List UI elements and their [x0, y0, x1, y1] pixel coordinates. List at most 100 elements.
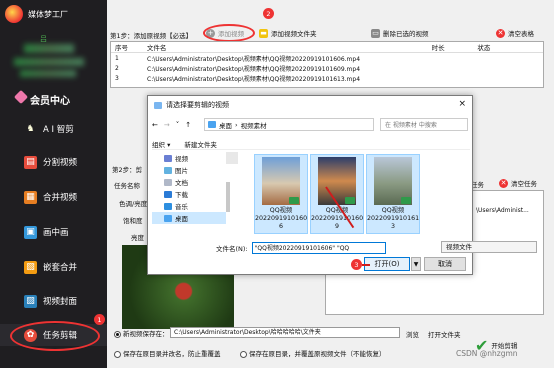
open-button[interactable]: 打开(O): [364, 257, 410, 271]
sidebar-item-nest[interactable]: ▧ 嵌套合并: [0, 256, 107, 278]
step2-label: 第2步：剪: [112, 166, 143, 174]
chevron-down-icon[interactable]: ˅: [176, 121, 180, 129]
step1-label: 第1步：添加原视频【必选】: [110, 32, 193, 40]
tree-label: 视频: [175, 155, 188, 163]
sidebar-item-pip[interactable]: ▣ 画中画: [0, 221, 107, 243]
radio-icon: [240, 350, 247, 358]
sidebar-item-label: 分割视频: [43, 158, 78, 168]
filename-input[interactable]: "QQ视频20220919101606" "QQ: [251, 241, 386, 254]
video-badge-icon: [345, 197, 355, 204]
filetype-select[interactable]: 视频文件: [441, 241, 537, 253]
cancel-button[interactable]: 取消: [424, 257, 466, 271]
tree-item-desktop[interactable]: 桌面: [152, 212, 226, 224]
add-folder-button[interactable]: ▬ 添加视频文件夹: [259, 28, 317, 38]
file-name: QQ视频2022091910161 3: [367, 207, 420, 230]
folder-icon: ▬: [259, 28, 268, 38]
nest-icon: ▧: [24, 260, 37, 274]
sidebar-item-ai[interactable]: ♞ A I 智剪: [0, 118, 107, 140]
save-new-option[interactable]: 新视频保存在：: [114, 328, 169, 338]
cover-icon: ▨: [24, 294, 37, 308]
table-row[interactable]: 2 C:\Users\Administrator\Desktop\视频素材\QQ…: [111, 63, 543, 73]
same-dir-overwrite-option[interactable]: 保存在原目录，并覆盖原视频文件（不能恢复）: [240, 348, 386, 358]
table-row[interactable]: 1 C:\Users\Administrator\Desktop\视频素材\QQ…: [111, 53, 543, 63]
back-icon[interactable]: ←: [152, 121, 158, 129]
header-index: 序号: [115, 44, 128, 52]
open-file-dialog: 请选择要剪辑的视频 × ← → ˅ ↑ 桌面 › 视频素材 在 视频素材 中搜索…: [147, 95, 537, 275]
clear-icon: ✕: [496, 28, 505, 38]
open-dropdown[interactable]: ▼: [411, 257, 421, 271]
folder-tree[interactable]: 视频 图片 文档 下载 音乐 桌面: [152, 152, 238, 234]
new-folder-button[interactable]: 新建文件夹: [184, 139, 217, 149]
video-badge-icon: [289, 197, 299, 204]
open-folder-button[interactable]: 打开文件夹: [428, 329, 461, 339]
dialog-titlebar: 请选择要剪辑的视频: [148, 96, 472, 114]
address-bar[interactable]: 桌面 › 视频素材: [204, 118, 374, 131]
delete-selected-button[interactable]: ▭ 删除已选的视频: [371, 28, 429, 38]
app-title: 媒体梦工厂: [28, 10, 68, 19]
file-tile[interactable]: QQ视频2022091910160 6: [254, 154, 308, 234]
sidebar-item-label: 视频封面: [43, 297, 78, 307]
tree-item-videos[interactable]: 视频: [152, 152, 226, 164]
ai-brain-icon: ♞: [26, 124, 35, 134]
dialog-app-icon: [154, 101, 162, 109]
annotation-circle: [203, 24, 255, 42]
merge-icon: ▦: [24, 190, 37, 204]
sidebar-item-label: 画中画: [43, 228, 69, 238]
browse-button[interactable]: 浏览: [406, 329, 419, 339]
sidebar-item-cover[interactable]: ▨ 视频封面: [0, 290, 107, 312]
download-icon: [164, 190, 172, 198]
clear-table-label: 清空表格: [508, 30, 534, 38]
row-index: 2: [115, 64, 119, 72]
music-icon: [164, 202, 172, 210]
clear-task-button[interactable]: ✕ 清空任务: [499, 178, 537, 188]
file-tile[interactable]: QQ视频2022091910161 3: [366, 154, 420, 234]
tree-item-pictures[interactable]: 图片: [152, 164, 226, 176]
forward-icon[interactable]: →: [164, 121, 170, 129]
tree-label: 文档: [175, 179, 188, 187]
radio-icon: [114, 330, 121, 338]
tree-label: 桌面: [175, 215, 188, 223]
tree-item-music[interactable]: 音乐: [152, 200, 226, 212]
member-center-link[interactable]: 会员中心: [30, 92, 70, 107]
annotation-badge: 3: [351, 259, 362, 270]
sidebar-item-label: 嵌套合并: [43, 263, 78, 273]
sidebar-item-split[interactable]: ▤ 分割视频: [0, 151, 107, 173]
chevron-down-icon: ▼: [413, 260, 419, 268]
picture-folder-icon: [164, 166, 172, 174]
dialog-title: 请选择要剪辑的视频: [166, 101, 229, 109]
search-input[interactable]: 在 视频素材 中搜索: [380, 118, 468, 131]
user-name: 吕: [40, 35, 47, 43]
same-dir-rename-option[interactable]: 保存在原目录并改名，防止重覆盖: [114, 348, 221, 358]
file-table[interactable]: 序号 文件名 时长 状态 1 C:\Users\Administrator\De…: [110, 41, 544, 88]
radio-icon: [114, 350, 121, 358]
clear-table-button[interactable]: ✕ 清空表格: [496, 28, 534, 38]
row-filename: C:\Users\Administrator\Desktop\视频素材\QQ视频…: [147, 75, 361, 83]
scrollbar-thumb[interactable]: [226, 182, 230, 212]
sidebar-item-label: A I 智剪: [43, 125, 74, 135]
annotation-circle: [10, 321, 100, 351]
gem-icon: [13, 89, 29, 105]
desktop-icon: [208, 121, 216, 128]
video-thumbnail: [262, 157, 300, 205]
video-thumbnail: [318, 157, 356, 205]
table-row[interactable]: 3 C:\Users\Administrator\Desktop\视频素材\QQ…: [111, 73, 543, 83]
breadcrumb-folder[interactable]: 视频素材: [241, 120, 267, 130]
row-index: 1: [115, 54, 119, 62]
filename-row: 文件名(N): "QQ视频20220919101606" "QQ 视频文件: [216, 241, 537, 254]
organize-button[interactable]: 组织 ▾: [152, 139, 170, 149]
tree-label: 图片: [175, 167, 188, 175]
breadcrumb-desktop[interactable]: 桌面: [219, 120, 232, 130]
tree-item-downloads[interactable]: 下载: [152, 188, 226, 200]
tree-label: 音乐: [175, 203, 188, 211]
blurred-user-info: [24, 44, 74, 53]
close-icon[interactable]: ×: [458, 99, 466, 109]
up-icon[interactable]: ↑: [185, 121, 191, 129]
table-header: 序号 文件名 时长 状态: [111, 42, 543, 53]
pip-icon: ▣: [24, 225, 37, 239]
header-duration: 时长: [431, 44, 445, 52]
task-list-item: \Users\Administ...: [476, 207, 529, 214]
file-tile[interactable]: QQ视频2022091910160 9: [310, 154, 364, 234]
tree-item-documents[interactable]: 文档: [152, 176, 226, 188]
save-path-field[interactable]: C:\Users\Administrator\Desktop\哈哈哈哈哈\文件夹: [170, 327, 400, 338]
sidebar-item-merge[interactable]: ▦ 合并视频: [0, 186, 107, 208]
